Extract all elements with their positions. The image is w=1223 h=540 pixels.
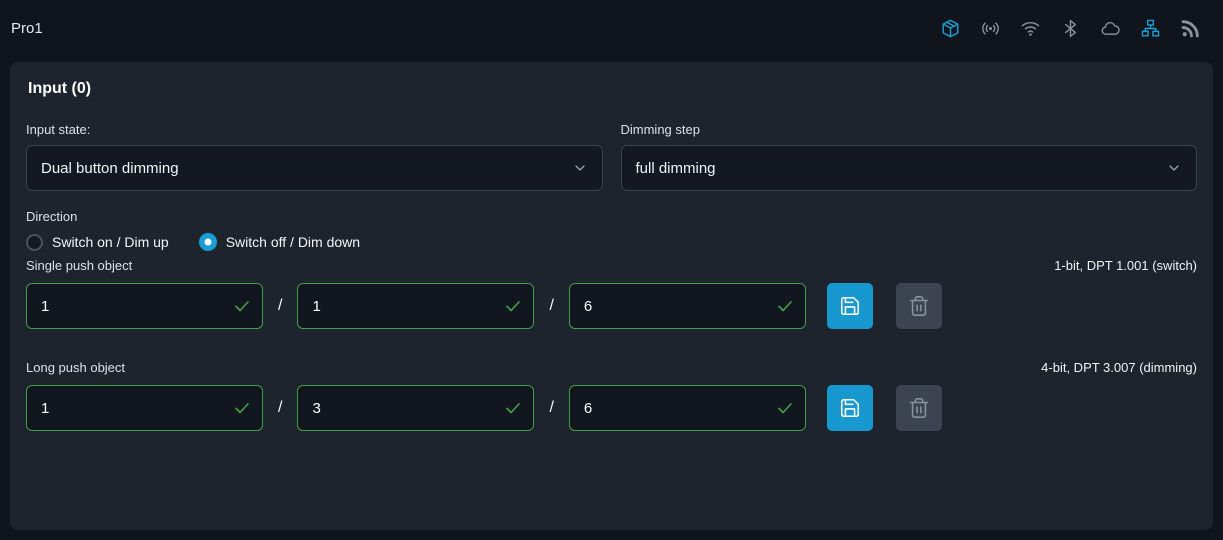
- topbar: Pro1: [0, 0, 1223, 56]
- bluetooth-icon[interactable]: [1060, 18, 1081, 39]
- address-field-wrap: [569, 385, 806, 431]
- single-push-group: Single push object 1-bit, DPT 1.001 (swi…: [26, 258, 1197, 329]
- single-push-main-group-input[interactable]: [26, 283, 263, 329]
- single-push-sub-group-input[interactable]: [569, 283, 806, 329]
- single-push-address-row: / /: [26, 283, 1197, 329]
- address-separator: /: [549, 297, 553, 315]
- save-icon: [839, 397, 861, 419]
- radio-label: Switch on / Dim up: [52, 234, 169, 250]
- long-push-save-button[interactable]: [827, 385, 873, 431]
- direction-radio-group: Switch on / Dim up Switch off / Dim down: [26, 233, 1197, 251]
- address-field-wrap: [26, 385, 263, 431]
- address-separator: /: [278, 297, 282, 315]
- trash-icon: [908, 295, 930, 317]
- address-field-wrap: [26, 283, 263, 329]
- long-push-main-group-input[interactable]: [26, 385, 263, 431]
- long-push-middle-group-input[interactable]: [297, 385, 534, 431]
- single-push-middle-group-input[interactable]: [297, 283, 534, 329]
- long-push-sub-group-input[interactable]: [569, 385, 806, 431]
- long-push-label: Long push object: [26, 360, 125, 375]
- package-icon[interactable]: [940, 18, 961, 39]
- address-field-wrap: [297, 283, 534, 329]
- address-field-wrap: [569, 283, 806, 329]
- single-push-label: Single push object: [26, 258, 132, 273]
- radio-selected-icon: [199, 233, 217, 251]
- radio-unselected-icon: [26, 234, 43, 251]
- save-icon: [839, 295, 861, 317]
- long-push-group: Long push object 4-bit, DPT 3.007 (dimmi…: [26, 360, 1197, 431]
- long-push-header: Long push object 4-bit, DPT 3.007 (dimmi…: [26, 360, 1197, 375]
- radio-switch-off-dim-down[interactable]: Switch off / Dim down: [199, 233, 360, 251]
- address-separator: /: [278, 399, 282, 417]
- radio-label: Switch off / Dim down: [226, 234, 360, 250]
- dimming-step-label: Dimming step: [621, 122, 1198, 137]
- long-push-dpt-info: 4-bit, DPT 3.007 (dimming): [1041, 360, 1197, 375]
- panel-title: Input (0): [28, 80, 1197, 98]
- address-field-wrap: [297, 385, 534, 431]
- ethernet-icon[interactable]: [1140, 18, 1161, 39]
- input-config-panel: Input (0) Input state: Dual button dimmi…: [10, 62, 1213, 530]
- chevron-down-icon: [572, 160, 588, 176]
- long-push-address-row: / /: [26, 385, 1197, 431]
- chevron-down-icon: [1166, 160, 1182, 176]
- address-separator: /: [549, 399, 553, 417]
- long-push-delete-button[interactable]: [896, 385, 942, 431]
- single-push-save-button[interactable]: [827, 283, 873, 329]
- trash-icon: [908, 397, 930, 419]
- single-push-delete-button[interactable]: [896, 283, 942, 329]
- dimming-step-field: Dimming step full dimming: [621, 122, 1198, 191]
- device-name: Pro1: [11, 20, 43, 37]
- wifi-icon[interactable]: [1020, 18, 1041, 39]
- dropdown-row: Input state: Dual button dimming Dimming…: [26, 122, 1197, 191]
- cloud-icon[interactable]: [1100, 18, 1121, 39]
- single-push-header: Single push object 1-bit, DPT 1.001 (swi…: [26, 258, 1197, 273]
- input-state-field: Input state: Dual button dimming: [26, 122, 603, 191]
- radio-switch-on-dim-up[interactable]: Switch on / Dim up: [26, 234, 169, 251]
- rss-icon[interactable]: [1180, 18, 1201, 39]
- input-state-label: Input state:: [26, 122, 603, 137]
- broadcast-icon[interactable]: [980, 18, 1001, 39]
- dimming-step-select[interactable]: full dimming: [621, 145, 1198, 191]
- dimming-step-value: full dimming: [636, 160, 716, 177]
- topbar-status-icons: [940, 18, 1201, 39]
- input-state-value: Dual button dimming: [41, 160, 179, 177]
- direction-label: Direction: [26, 209, 1197, 224]
- single-push-dpt-info: 1-bit, DPT 1.001 (switch): [1054, 258, 1197, 273]
- input-state-select[interactable]: Dual button dimming: [26, 145, 603, 191]
